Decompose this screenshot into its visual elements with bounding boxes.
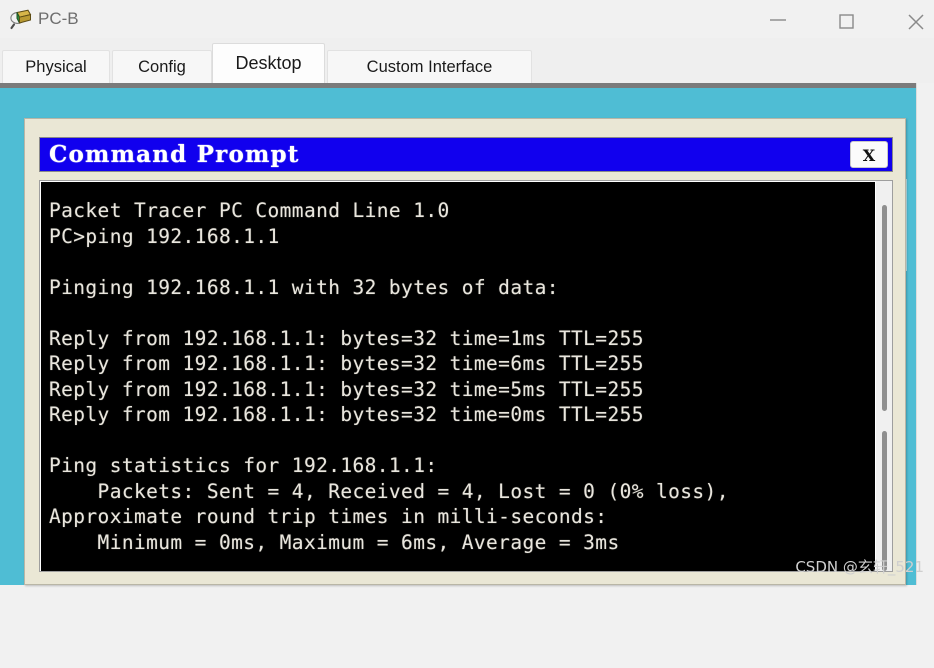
terminal-screen[interactable]: Packet Tracer PC Command Line 1.0 PC>pin… [41,182,876,571]
minimize-button[interactable] [755,0,801,38]
packet-tracer-pc-icon [9,7,33,31]
tab-config[interactable]: Config [112,50,212,83]
terminal-scroll-thumb-lower[interactable] [882,431,887,571]
close-icon [908,14,924,30]
close-button[interactable] [893,0,934,38]
terminal-scroll-thumb[interactable] [882,205,887,411]
terminal-output: Packet Tracer PC Command Line 1.0 PC>pin… [49,199,729,554]
command-prompt-titlebar: Command Prompt X [39,137,893,172]
pc-b-device-window: PC-B Physical Config Desktop Custom Inte… [0,0,934,585]
window-titlebar: PC-B [0,0,934,38]
command-prompt-window: Command Prompt X Packet Tracer PC Comman… [24,118,906,585]
minimize-icon [770,19,786,21]
maximize-icon [839,14,854,29]
desktop-pane-scrollbar[interactable] [916,83,934,585]
window-title: PC-B [38,9,79,28]
terminal-frame: Packet Tracer PC Command Line 1.0 PC>pin… [39,180,893,572]
device-tab-bar: Physical Config Desktop Custom Interface [0,38,934,83]
command-prompt-close-button[interactable]: X [850,141,888,168]
tab-custom-interface[interactable]: Custom Interface [327,50,532,83]
maximize-button[interactable] [824,0,870,38]
tab-physical[interactable]: Physical [2,50,110,83]
terminal-scrollbar[interactable] [875,181,892,571]
tab-desktop[interactable]: Desktop [212,43,325,83]
command-prompt-title: Command Prompt [49,141,300,168]
